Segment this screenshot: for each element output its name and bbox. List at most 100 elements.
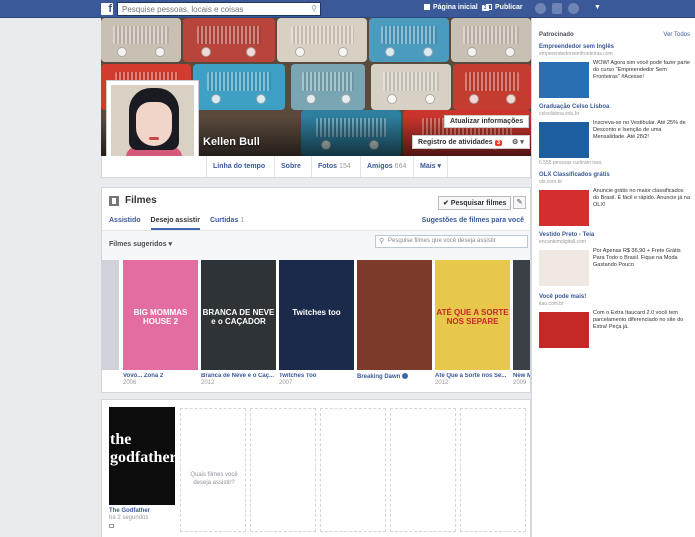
wishlist-movie-title[interactable]: The Godfather: [109, 508, 175, 514]
movie-title-link[interactable]: Branca de Neve e o Caç...: [201, 373, 276, 379]
ad-domain: celsolisboa.edu.br: [539, 111, 580, 117]
ad-title[interactable]: Você pode mais!: [539, 294, 691, 300]
suggested-movie-card[interactable]: ATÉ QUE A SORTE NOS SEPARE Até Que a Sort…: [435, 260, 510, 386]
comment-icon[interactable]: [109, 524, 114, 528]
sponsored-ad[interactable]: Vestido Preto - Teia encantemdigitall.com…: [539, 232, 691, 290]
ad-title[interactable]: Graduação Celso Lisboa: [539, 104, 691, 110]
cover-radio-grille: [463, 25, 519, 44]
movie-poster[interactable]: [513, 260, 530, 370]
see-all-link[interactable]: Ver Todos: [663, 32, 690, 38]
movie-title-link[interactable]: Até Que a Sorte nos Se...: [435, 373, 510, 379]
ad-title[interactable]: OLX Classificados grátis: [539, 172, 691, 178]
cover-radio-knob: [295, 46, 305, 57]
empty-movie-slot[interactable]: [460, 408, 526, 532]
edit-pencil-icon[interactable]: ✎: [513, 196, 526, 209]
tab-likes-count: 1: [240, 217, 245, 224]
tab-about[interactable]: Sobre: [274, 156, 307, 177]
update-info-button[interactable]: Atualizar informações: [444, 115, 530, 128]
movie-search-input[interactable]: ⚲ Pesquise filmes que você deseja assist…: [375, 235, 528, 248]
notifications-globe-icon[interactable]: [568, 3, 579, 14]
cover-radio-knob: [246, 46, 256, 57]
ad-text: Por Apenas R$ 36,90 + Frete Grátis Para …: [593, 248, 681, 268]
suggested-movies-filter[interactable]: Filmes sugeridos ▾: [109, 240, 172, 248]
movie-poster[interactable]: ATÉ QUE A SORTE NOS SEPARE: [435, 260, 510, 370]
profile-nav: Linha do tempo Sobre Fotos 154 Amigos 664 …: [101, 156, 531, 178]
suggested-movie-card[interactable]: Breaking Dawn: [357, 260, 432, 381]
ad-image[interactable]: [539, 62, 589, 98]
suggested-movie-card[interactable]: BRANCA DE NEVE e o CAÇADOR Branca de Neve…: [201, 260, 276, 386]
wishlist-movie-card[interactable]: the godfather The Godfather há 2 segundo…: [109, 407, 175, 530]
empty-movie-slot[interactable]: [320, 408, 386, 532]
global-search-input[interactable]: [118, 3, 304, 15]
empty-movie-slot[interactable]: [390, 408, 456, 532]
search-icon[interactable]: ⚲: [311, 4, 317, 13]
tab-timeline[interactable]: Linha do tempo: [206, 156, 271, 177]
suggested-movie-card[interactable]: Twitches too Twitches Too 2007: [279, 260, 354, 386]
movie-poster[interactable]: Twitches too: [279, 260, 354, 370]
cover-radio-grille: [464, 72, 520, 91]
ad-title[interactable]: Vestido Preto - Teia: [539, 232, 691, 238]
ad-image[interactable]: [539, 312, 589, 348]
search-movies-button[interactable]: ✔ Pesquisar filmes: [438, 196, 512, 210]
search-icon: ⚲: [379, 238, 385, 245]
friend-requests-icon[interactable]: [535, 3, 546, 14]
messages-icon[interactable]: [552, 3, 562, 14]
suggested-movie-card[interactable]: BIG MOMMAS HOUSE 2 Vovó... Zona 2 2006: [123, 260, 198, 386]
cover-radio-knob: [338, 46, 348, 57]
movie-title-link[interactable]: Twitches Too: [279, 373, 354, 379]
tab-want-to-watch[interactable]: Desejo assistir: [150, 217, 200, 230]
want-to-watch-prompt: Quais filmes você deseja assistir?: [190, 472, 238, 486]
nav-home-link[interactable]: Página inicial 3: [424, 4, 490, 11]
movies-title[interactable]: Filmes: [125, 195, 157, 206]
tab-timeline-label: Linha do tempo: [213, 163, 266, 170]
movie-title-text: Breaking Dawn: [357, 374, 401, 380]
cover-radio: [277, 18, 367, 62]
ad-image[interactable]: [539, 250, 589, 286]
cover-radio-knob: [387, 94, 397, 105]
home-icon: [424, 4, 430, 10]
ad-domain: empreendedorsemfronteiras.com: [539, 51, 613, 57]
ad-text: WOW! Agora sim você pode fazer parte do …: [593, 60, 690, 80]
empty-movie-slot[interactable]: Quais filmes você deseja assistir?: [180, 408, 246, 532]
ad-title[interactable]: Empreendedor sem Inglês: [539, 44, 691, 50]
strip-scroll-edge[interactable]: [102, 260, 119, 370]
facebook-logo-icon[interactable]: f: [101, 3, 113, 15]
global-search-box[interactable]: ⚲: [117, 2, 321, 16]
movie-poster[interactable]: the godfather: [109, 407, 175, 505]
profile-name[interactable]: Kellen Bull: [203, 136, 260, 148]
sponsored-ad[interactable]: Empreendedor sem Inglês empreendedorsemfr…: [539, 44, 691, 102]
movie-poster[interactable]: [357, 260, 432, 370]
account-menu-chevron-icon[interactable]: ▼: [594, 4, 601, 11]
tab-want-to-watch-label: Desejo assistir: [150, 217, 200, 224]
movie-year: 2012: [201, 380, 215, 386]
movie-poster[interactable]: BIG MOMMAS HOUSE 2: [123, 260, 198, 370]
tab-about-label: Sobre: [281, 163, 301, 170]
nav-publish-link[interactable]: Publicar: [486, 4, 523, 11]
tab-friends[interactable]: Amigos 664: [360, 156, 412, 177]
publish-icon: [486, 4, 492, 10]
movie-suggestions-link[interactable]: Sugestões de filmes para você: [422, 217, 524, 224]
movies-section: Filmes ✔ Pesquisar filmes ✎ Assistido De…: [101, 187, 531, 393]
tab-watched-label: Assistido: [109, 217, 141, 224]
tab-likes[interactable]: Curtidas 1: [210, 217, 244, 230]
suggested-movie-card[interactable]: New Mo...2009: [513, 260, 530, 386]
movie-year: 2006: [123, 380, 137, 386]
sponsored-ad[interactable]: Você pode mais! itau.com.br Com o Extra It…: [539, 294, 691, 352]
sponsored-ad[interactable]: Graduação Celso Lisboa celsolisboa.edu.br…: [539, 104, 691, 166]
tab-photos-count: 154: [339, 163, 351, 170]
tab-photos[interactable]: Fotos 154: [311, 156, 357, 177]
tab-watched[interactable]: Assistido: [109, 217, 141, 230]
tab-more[interactable]: Mais ▾: [413, 156, 449, 177]
activity-log-button[interactable]: Registro de atividades 3 ⚙ ▾: [412, 135, 530, 149]
ad-image[interactable]: [539, 122, 589, 158]
empty-movie-slot[interactable]: [250, 408, 316, 532]
gear-icon[interactable]: ⚙ ▾: [512, 139, 524, 146]
sponsored-ad[interactable]: OLX Classificados grátis olx.com.br Anunci…: [539, 172, 691, 230]
ad-image[interactable]: [539, 190, 589, 226]
suggested-movies-strip: BIG MOMMAS HOUSE 2 Vovó... Zona 2 2006 BRAN…: [102, 260, 530, 394]
movie-title-link[interactable]: Breaking Dawn: [357, 373, 432, 380]
movie-poster[interactable]: BRANCA DE NEVE e o CAÇADOR: [201, 260, 276, 370]
cover-radio-grille: [302, 72, 354, 91]
movie-title-link[interactable]: Vovó... Zona 2: [123, 373, 198, 379]
movie-title-link[interactable]: New Mo...: [513, 373, 530, 379]
